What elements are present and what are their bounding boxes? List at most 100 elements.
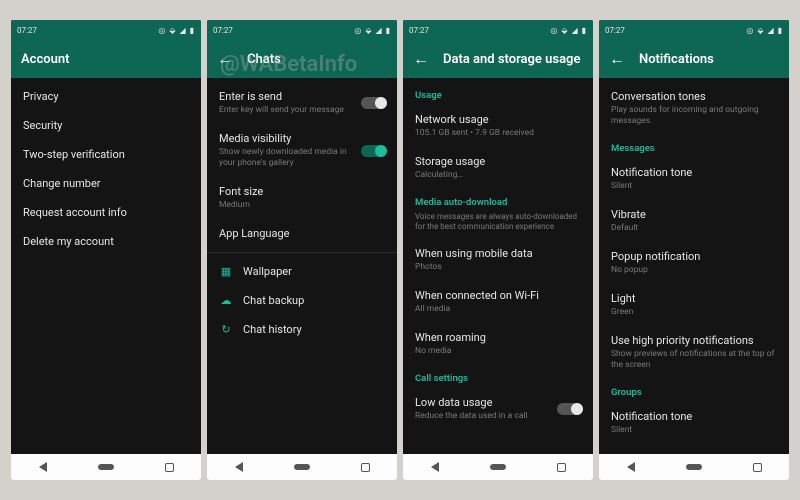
item-icon: ▦ — [219, 265, 233, 278]
settings-item[interactable]: Request account info — [11, 198, 201, 227]
section-header: Groups — [599, 379, 789, 402]
app-bar: ←Chats — [207, 40, 397, 78]
settings-item[interactable]: When roamingNo media — [403, 323, 593, 365]
item-label: Notification tone — [611, 166, 777, 179]
item-label: When roaming — [415, 331, 581, 344]
settings-item[interactable]: Popup notificationNo popup — [599, 242, 789, 284]
settings-item[interactable]: Privacy — [11, 82, 201, 111]
item-subtext: Enter key will send your message — [219, 105, 351, 116]
back-icon[interactable]: ← — [609, 49, 625, 69]
item-text: Popup notificationNo popup — [611, 250, 777, 276]
item-text: Enter is send Enter key will send your me… — [219, 90, 351, 116]
settings-item[interactable]: ↻ Chat history — [207, 315, 397, 344]
toggle-switch[interactable] — [557, 403, 581, 415]
settings-item[interactable]: ☁ Chat backup — [207, 286, 397, 315]
settings-item[interactable]: Delete my account — [11, 227, 201, 256]
item-text: Network usage105.1 GB sent • 7.9 GB rece… — [415, 113, 581, 139]
toggle-switch[interactable] — [361, 97, 385, 109]
item-text: Privacy — [23, 90, 189, 103]
item-subtext: 105.1 GB sent • 7.9 GB received — [415, 128, 581, 139]
item-text: Font sizeMedium — [219, 185, 385, 211]
app-bar: ← Data and storage usage — [403, 40, 593, 78]
nav-back-icon[interactable] — [35, 462, 51, 472]
status-bar: 07:27 ◎ ⬙ ◢ ▮ — [403, 20, 593, 40]
settings-item[interactable]: Conversation tonesPlay sounds for incomi… — [599, 82, 789, 135]
item-text: Delete my account — [23, 235, 189, 248]
item-label: Request account info — [23, 206, 189, 219]
back-icon[interactable]: ← — [413, 49, 429, 69]
item-label: Media visibility — [219, 132, 351, 145]
item-label: Use high priority notifications — [611, 334, 777, 347]
settings-item[interactable]: Vibrate — [599, 444, 789, 454]
item-text: Two-step verification — [23, 148, 189, 161]
item-subtext: Show previews of notifications at the to… — [611, 349, 777, 371]
nav-recent-icon[interactable] — [749, 462, 765, 472]
item-label: Low data usage — [415, 396, 547, 409]
nav-recent-icon[interactable] — [553, 462, 569, 472]
status-icons: ◎ ⬙ ◢ ▮ — [550, 26, 587, 35]
screen-title: Data and storage usage — [443, 52, 580, 67]
item-subtext: Show newly downloaded media in your phon… — [219, 147, 351, 169]
settings-item[interactable]: App Language — [207, 219, 397, 248]
item-subtext: Calculating… — [415, 170, 581, 181]
settings-item[interactable]: Font sizeMedium — [207, 177, 397, 219]
settings-item[interactable]: VibrateDefault — [599, 200, 789, 242]
settings-item[interactable]: Storage usageCalculating… — [403, 147, 593, 189]
status-bar: 07:27◎ ⬙ ◢ ▮ — [599, 20, 789, 40]
settings-item[interactable]: Security — [11, 111, 201, 140]
back-icon[interactable]: ← — [217, 49, 233, 69]
settings-item[interactable]: Change number — [11, 169, 201, 198]
settings-item[interactable]: ▦ Wallpaper — [207, 257, 397, 286]
item-label: Chat backup — [243, 294, 385, 307]
item-icon: ↻ — [219, 323, 233, 336]
settings-item[interactable]: When connected on Wi-FiAll media — [403, 281, 593, 323]
settings-item[interactable]: LightGreen — [599, 284, 789, 326]
item-label: Enter is send — [219, 90, 351, 103]
item-subtext: Medium — [219, 200, 385, 211]
item-icon: ☁ — [219, 294, 233, 307]
nav-home-icon[interactable] — [490, 462, 506, 472]
status-icons: ◎ ⬙ ◢ ▮ — [354, 26, 391, 35]
item-text: LightGreen — [611, 292, 777, 318]
nav-bar — [11, 454, 201, 480]
app-bar: ← Notifications — [599, 40, 789, 78]
settings-item[interactable]: When using mobile dataPhotos — [403, 239, 593, 281]
item-label: Vibrate — [611, 208, 777, 221]
nav-back-icon[interactable] — [427, 462, 443, 472]
status-time: 07:27 — [605, 26, 625, 35]
settings-item[interactable]: Low data usageReduce the data used in a … — [403, 388, 593, 430]
divider — [207, 252, 397, 253]
settings-item[interactable]: Network usage105.1 GB sent • 7.9 GB rece… — [403, 105, 593, 147]
item-text: VibrateDefault — [611, 208, 777, 234]
item-subtext: No popup — [611, 265, 777, 276]
nav-home-icon[interactable] — [686, 462, 702, 472]
settings-item[interactable]: Notification toneSilent — [599, 158, 789, 200]
settings-item[interactable]: Enter is send Enter key will send your me… — [207, 82, 397, 124]
toggle-switch[interactable] — [361, 145, 385, 157]
settings-item[interactable]: Media visibility Show newly downloaded me… — [207, 124, 397, 177]
nav-recent-icon[interactable] — [161, 462, 177, 472]
nav-home-icon[interactable] — [98, 462, 114, 472]
item-text: Request account info — [23, 206, 189, 219]
settings-item[interactable]: Two-step verification — [11, 140, 201, 169]
status-time: 07:27 — [213, 26, 233, 35]
item-label: Conversation tones — [611, 90, 777, 103]
item-subtext: Photos — [415, 262, 581, 273]
item-label: Privacy — [23, 90, 189, 103]
nav-back-icon[interactable] — [623, 462, 639, 472]
settings-item[interactable]: Notification toneSilent — [599, 402, 789, 444]
status-time: 07:27 — [409, 26, 429, 35]
nav-recent-icon[interactable] — [357, 462, 373, 472]
item-text: When connected on Wi-FiAll media — [415, 289, 581, 315]
nav-back-icon[interactable] — [231, 462, 247, 472]
settings-list: UsageNetwork usage105.1 GB sent • 7.9 GB… — [403, 78, 593, 454]
phone-screen: 07:27◎ ⬙ ◢ ▮ ← Notifications Conversation t… — [599, 20, 789, 480]
settings-list: Enter is send Enter key will send your me… — [207, 78, 397, 454]
nav-home-icon[interactable] — [294, 462, 310, 472]
item-label: Chat history — [243, 323, 385, 336]
item-text: Change number — [23, 177, 189, 190]
settings-item[interactable]: Use high priority notifications Show prev… — [599, 326, 789, 379]
screen-title: Notifications — [639, 52, 714, 67]
item-text: Wallpaper — [243, 265, 385, 278]
item-label: App Language — [219, 227, 385, 240]
